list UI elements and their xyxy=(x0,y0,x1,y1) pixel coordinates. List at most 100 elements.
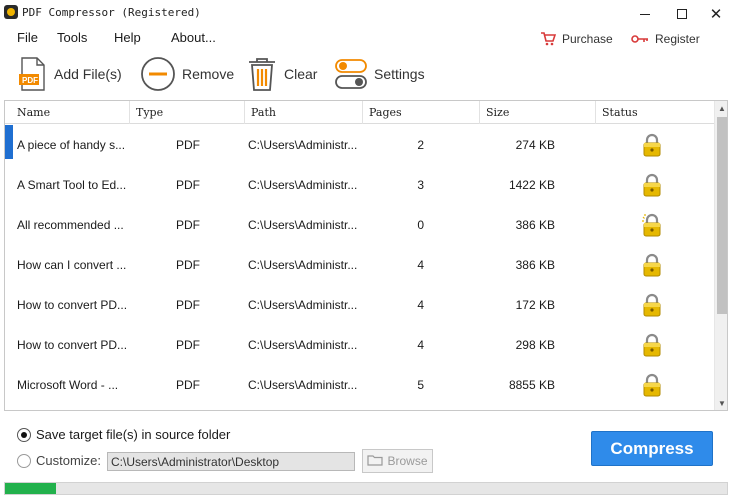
compress-button[interactable]: Compress xyxy=(591,431,713,466)
column-type[interactable]: Type xyxy=(130,101,245,124)
purchase-label: Purchase xyxy=(562,32,613,46)
radio-dot xyxy=(21,431,27,438)
progress-bar xyxy=(4,482,728,495)
column-name[interactable]: Name xyxy=(5,101,130,124)
remove-label: Remove xyxy=(182,66,235,82)
cell-path: C:\Users\Administr... xyxy=(248,298,358,312)
add-files-button[interactable]: PDF Add File(s) xyxy=(18,56,122,92)
progress-fill xyxy=(5,483,56,494)
scroll-down-icon[interactable]: ▼ xyxy=(715,396,727,410)
purchase-link[interactable]: Purchase xyxy=(540,32,613,46)
cell-name: Microsoft Word - ... xyxy=(17,378,119,392)
close-button[interactable]: ✕ xyxy=(699,0,733,28)
window-title: PDF Compressor (Registered) xyxy=(22,6,201,19)
table-row[interactable]: A piece of handy s... PDF C:\Users\Admin… xyxy=(5,125,714,165)
maximize-icon xyxy=(677,9,687,19)
folder-icon xyxy=(367,454,384,469)
cell-pages: 4 xyxy=(417,338,424,352)
vertical-scrollbar[interactable]: ▲ ▼ xyxy=(714,101,727,410)
column-pages[interactable]: Pages xyxy=(363,101,480,124)
svg-text:PDF: PDF xyxy=(22,76,38,85)
cell-pages: 5 xyxy=(417,378,424,392)
cell-path: C:\Users\Administr... xyxy=(248,258,358,272)
cell-type: PDF xyxy=(176,178,200,192)
cell-path: C:\Users\Administr... xyxy=(248,178,358,192)
cell-type: PDF xyxy=(176,138,200,152)
maximize-button[interactable] xyxy=(665,0,699,28)
customize-radio[interactable] xyxy=(17,453,31,468)
minimize-button[interactable] xyxy=(628,0,662,28)
customize-option[interactable]: Customize: xyxy=(17,453,101,468)
trash-icon xyxy=(246,56,278,92)
table-row[interactable]: All recommended ... PDF C:\Users\Adminis… xyxy=(5,205,714,245)
cell-name: A piece of handy s... xyxy=(17,138,126,152)
lock-icon xyxy=(641,133,665,157)
close-icon: ✕ xyxy=(709,5,723,23)
save-source-radio[interactable] xyxy=(17,427,31,442)
settings-button[interactable]: Settings xyxy=(334,56,425,92)
table-body: A piece of handy s... PDF C:\Users\Admin… xyxy=(5,125,714,405)
cell-size: 386 KB xyxy=(515,258,555,272)
browse-button[interactable]: Browse xyxy=(362,449,433,473)
app-icon xyxy=(4,5,18,19)
menu-bar: File Tools Help About... Purchase Regist… xyxy=(0,28,733,48)
cell-type: PDF xyxy=(176,378,200,392)
cell-type: PDF xyxy=(176,218,200,232)
table-row[interactable]: How can I convert ... PDF C:\Users\Admin… xyxy=(5,245,714,285)
cell-pages: 0 xyxy=(417,218,424,232)
pdf-file-icon: PDF xyxy=(18,56,48,92)
lock-icon xyxy=(641,373,665,397)
custom-path-input[interactable] xyxy=(107,452,355,471)
remove-circle-icon xyxy=(140,56,176,92)
clear-button[interactable]: Clear xyxy=(246,56,317,92)
table-row[interactable]: How to convert PD... PDF C:\Users\Admini… xyxy=(5,325,714,365)
table-row[interactable]: How to convert PD... PDF C:\Users\Admini… xyxy=(5,285,714,325)
cell-path: C:\Users\Administr... xyxy=(248,218,358,232)
file-table[interactable]: Name Type Path Pages Size Status A piece… xyxy=(4,100,728,411)
cart-icon xyxy=(540,32,556,46)
column-status[interactable]: Status xyxy=(596,101,714,124)
menu-file[interactable]: File xyxy=(17,30,38,45)
cell-type: PDF xyxy=(176,338,200,352)
cell-size: 1422 KB xyxy=(508,178,555,192)
title-bar: PDF Compressor (Registered) ✕ xyxy=(0,0,733,28)
scroll-thumb[interactable] xyxy=(717,117,727,314)
cell-path: C:\Users\Administr... xyxy=(248,138,358,152)
lock-icon xyxy=(641,253,665,277)
cell-size: 8855 KB xyxy=(508,378,555,392)
cell-name: How can I convert ... xyxy=(17,258,127,272)
minimize-icon xyxy=(640,13,650,15)
lock-icon xyxy=(641,173,665,197)
table-row[interactable]: Microsoft Word - ... PDF C:\Users\Admini… xyxy=(5,365,714,405)
cell-name: A Smart Tool to Ed... xyxy=(17,178,127,192)
lock-sparkle-icon xyxy=(641,213,665,237)
cell-type: PDF xyxy=(176,298,200,312)
column-path[interactable]: Path xyxy=(245,101,363,124)
cell-size: 172 KB xyxy=(515,298,555,312)
selection-marker xyxy=(5,125,13,159)
menu-help[interactable]: Help xyxy=(114,30,141,45)
scroll-up-icon[interactable]: ▲ xyxy=(715,101,727,115)
cell-type: PDF xyxy=(176,258,200,272)
customize-label: Customize: xyxy=(36,453,102,468)
column-size[interactable]: Size xyxy=(480,101,596,124)
settings-label: Settings xyxy=(374,66,425,82)
cell-size: 274 KB xyxy=(515,138,555,152)
menu-tools[interactable]: Tools xyxy=(57,30,87,45)
register-link[interactable]: Register xyxy=(631,32,700,46)
table-row[interactable]: A Smart Tool to Ed... PDF C:\Users\Admin… xyxy=(5,165,714,205)
menu-about[interactable]: About... xyxy=(171,30,216,45)
cell-name: How to convert PD... xyxy=(17,338,127,352)
cell-pages: 3 xyxy=(417,178,424,192)
remove-button[interactable]: Remove xyxy=(140,56,234,92)
lock-icon xyxy=(641,333,665,357)
cell-pages: 4 xyxy=(417,298,424,312)
save-source-option[interactable]: Save target file(s) in source folder xyxy=(17,427,230,442)
cell-name: How to convert PD... xyxy=(17,298,127,312)
add-files-label: Add File(s) xyxy=(54,66,122,82)
clear-label: Clear xyxy=(284,66,318,82)
lock-icon xyxy=(641,293,665,317)
table-header: Name Type Path Pages Size Status xyxy=(5,101,714,124)
settings-toggle-icon xyxy=(334,57,368,91)
key-icon xyxy=(631,34,649,44)
